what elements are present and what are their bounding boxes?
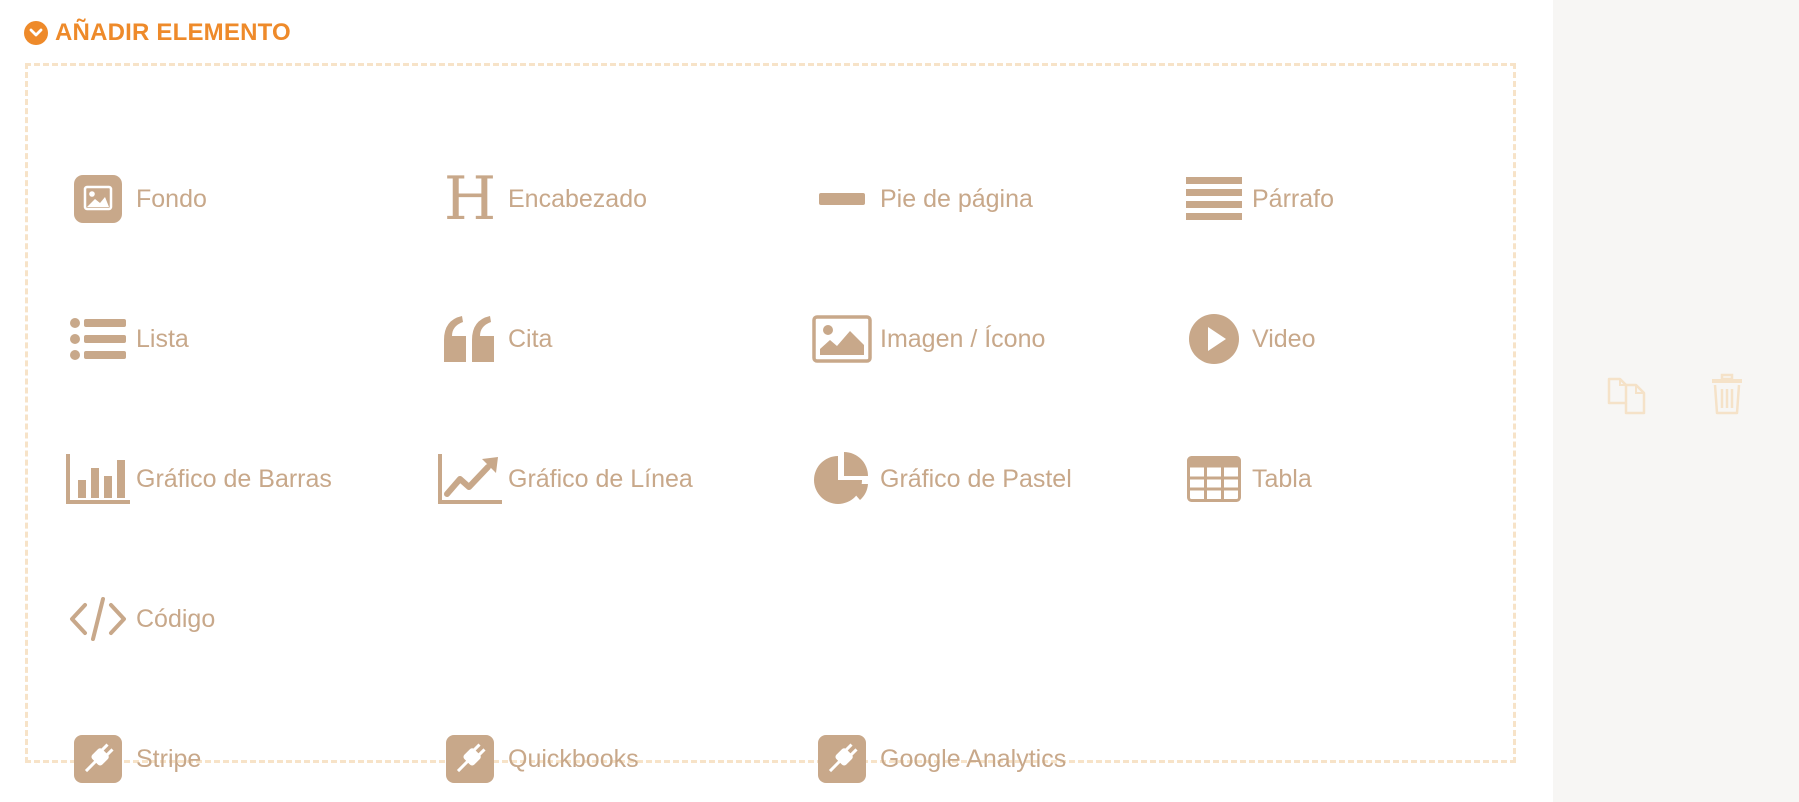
element-label: Gráfico de Barras — [136, 464, 332, 493]
footer-icon — [810, 169, 874, 229]
element-video[interactable]: Video — [1182, 309, 1316, 369]
element-label: Cita — [508, 324, 553, 353]
add-element-toggle[interactable]: AÑADIR ELEMENTO — [24, 19, 291, 47]
add-element-title: AÑADIR ELEMENTO — [55, 19, 291, 46]
integration-stripe[interactable]: Stripe — [66, 729, 201, 789]
element-image[interactable]: Imagen / Ícono — [810, 309, 1045, 369]
element-heading[interactable]: H Encabezado — [438, 169, 647, 229]
list-icon — [66, 309, 130, 369]
element-label: Gráfico de Pastel — [880, 464, 1072, 493]
element-background[interactable]: Fondo — [66, 169, 207, 229]
trash-icon[interactable] — [1705, 372, 1749, 416]
line-chart-icon — [438, 449, 502, 509]
integration-google-analytics[interactable]: Google Analytics — [810, 729, 1066, 789]
element-label: Encabezado — [508, 184, 648, 213]
element-code[interactable]: Código — [66, 589, 215, 649]
integration-label: Google Analytics — [880, 744, 1067, 773]
background-image-icon — [66, 169, 130, 229]
plug-icon — [438, 729, 502, 789]
paragraph-icon — [1182, 169, 1246, 229]
element-label: Tabla — [1252, 464, 1312, 493]
quote-icon — [438, 309, 502, 369]
element-picker: Fondo H Encabezado Pie de página Párrafo — [25, 63, 1516, 783]
element-list[interactable]: Lista — [66, 309, 189, 369]
plug-icon — [810, 729, 874, 789]
table-icon — [1182, 449, 1246, 509]
heading-icon: H — [443, 164, 497, 234]
plug-icon — [66, 729, 130, 789]
bar-chart-icon — [66, 449, 130, 509]
element-label: Imagen / Ícono — [880, 324, 1046, 353]
integration-quickbooks[interactable]: Quickbooks — [438, 729, 639, 789]
element-table[interactable]: Tabla — [1182, 449, 1312, 509]
copy-icon[interactable] — [1605, 372, 1649, 416]
element-label: Código — [136, 604, 216, 633]
code-icon — [66, 589, 130, 649]
element-label: Fondo — [136, 184, 207, 213]
element-bar-chart[interactable]: Gráfico de Barras — [66, 449, 332, 509]
chevron-down-circle-icon — [24, 21, 48, 45]
element-quote[interactable]: Cita — [438, 309, 552, 369]
editor-main: AÑADIR ELEMENTO Fondo H Encabezado Pie d… — [0, 0, 1553, 802]
element-label: Pie de página — [880, 184, 1033, 213]
integration-label: Quickbooks — [508, 744, 639, 773]
pie-chart-icon — [810, 449, 874, 509]
element-label: Párrafo — [1252, 184, 1334, 213]
image-icon — [810, 309, 874, 369]
element-label: Lista — [136, 324, 189, 353]
element-footer[interactable]: Pie de página — [810, 169, 1033, 229]
element-label: Video — [1252, 324, 1316, 353]
element-paragraph[interactable]: Párrafo — [1182, 169, 1334, 229]
element-line-chart[interactable]: Gráfico de Línea — [438, 449, 693, 509]
play-icon — [1182, 309, 1246, 369]
element-pie-chart[interactable]: Gráfico de Pastel — [810, 449, 1072, 509]
integration-label: Stripe — [136, 744, 202, 773]
side-panel — [1553, 0, 1799, 802]
element-label: Gráfico de Línea — [508, 464, 693, 493]
